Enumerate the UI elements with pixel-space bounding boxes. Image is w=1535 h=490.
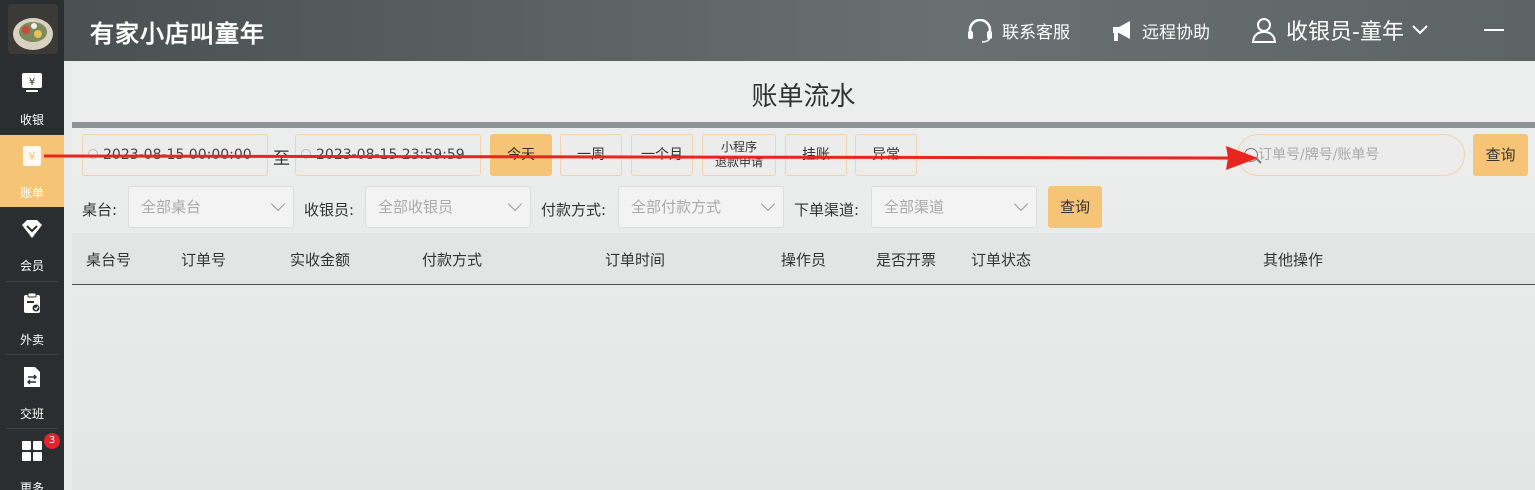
- annotation-arrow: [43, 146, 1258, 170]
